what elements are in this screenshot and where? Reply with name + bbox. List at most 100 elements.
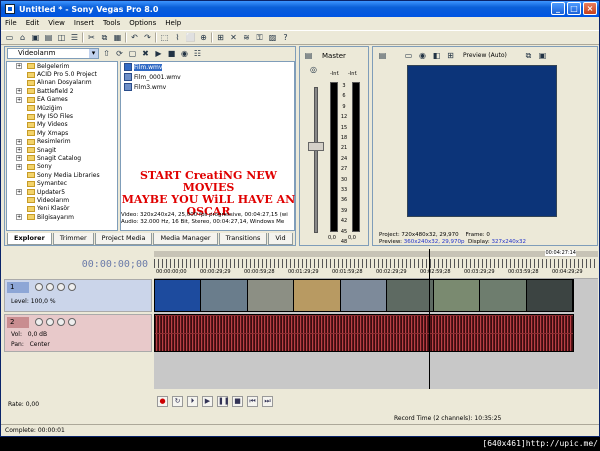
preview-fx-icon[interactable]: ◉ (417, 50, 428, 61)
solo-icon[interactable] (46, 283, 54, 291)
menu-options[interactable]: Options (129, 19, 156, 27)
menu-file[interactable]: File (5, 19, 17, 27)
undo-icon[interactable]: ↶ (129, 32, 140, 43)
stop-button[interactable]: ■ (232, 396, 243, 407)
timeline-cursor[interactable] (429, 249, 430, 389)
expand-icon[interactable]: + (16, 88, 22, 95)
pause-button[interactable]: ❚❚ (217, 396, 230, 407)
refresh-icon[interactable]: ⟳ (114, 48, 125, 59)
folder-tree[interactable]: + Belgelerim ACID Pro 5.0 Project Alınan Do… (6, 61, 118, 231)
lock-envelopes-icon[interactable]: ⚿ (254, 32, 265, 43)
tree-folder-item[interactable]: + Snagit Catalog (7, 154, 117, 162)
paste-icon[interactable]: ▦ (112, 32, 123, 43)
tab-media-manager[interactable]: Media Manager (153, 233, 218, 245)
motion-icon[interactable] (68, 283, 76, 291)
up-folder-icon[interactable]: ⇧ (101, 48, 112, 59)
new-icon[interactable]: ▭ (4, 32, 15, 43)
timeline-ruler[interactable]: 00:04:27:14 00:00:00;00 00:00:29;29 00:00:… (154, 249, 598, 279)
snapping-icon[interactable]: ⊞ (215, 32, 226, 43)
tab-project-media[interactable]: Project Media (94, 233, 153, 245)
file-item[interactable]: Film.wmv (121, 62, 294, 72)
expand-icon[interactable]: + (16, 63, 22, 69)
mute-icon[interactable] (68, 318, 76, 326)
tree-folder-item[interactable]: Symantec (7, 179, 117, 187)
redo-icon[interactable]: ↷ (142, 32, 153, 43)
copy-snapshot-icon[interactable]: ⧉ (523, 50, 534, 61)
auto-ripple-icon[interactable]: ≋ (241, 32, 252, 43)
file-list[interactable]: Film.wmv Film_0001.wmv Film3.wmv START C… (120, 61, 295, 231)
selection-tool-icon[interactable]: ⬜ (185, 32, 196, 43)
save-snapshot-icon[interactable]: ▣ (537, 50, 548, 61)
expand-icon[interactable]: + (16, 163, 22, 170)
title-bar[interactable]: Untitled * - Sony Vegas Pro 8.0 _ □ × (1, 1, 599, 17)
invert-phase-icon[interactable] (46, 318, 54, 326)
tree-folder-item[interactable]: ACID Pro 5.0 Project (7, 70, 117, 78)
envelope-tool-icon[interactable]: ⌇ (172, 32, 183, 43)
menu-help[interactable]: Help (165, 19, 181, 27)
arm-record-icon[interactable] (35, 318, 43, 326)
go-to-start-button[interactable]: ⏮ (247, 396, 258, 407)
render-icon[interactable]: ◫ (56, 32, 67, 43)
audio-event[interactable] (154, 314, 574, 352)
go-to-end-button[interactable]: ⏭ (262, 396, 273, 407)
location-dropdown[interactable]: Videolarım (7, 48, 99, 59)
file-item[interactable]: Film_0001.wmv (121, 72, 294, 82)
auto-crossfade-icon[interactable]: ✕ (228, 32, 239, 43)
split-screen-icon[interactable]: ◧ (431, 50, 442, 61)
tree-folder-item[interactable]: + Battlefield 2 (7, 87, 117, 95)
play-from-start-button[interactable]: ⏵ (187, 396, 198, 407)
copy-icon[interactable]: ⧉ (99, 32, 110, 43)
cut-icon[interactable]: ✂ (86, 32, 97, 43)
preview-props-icon[interactable]: ▤ (377, 50, 388, 61)
delete-icon[interactable]: ✖ (140, 48, 151, 59)
mute-icon[interactable] (35, 283, 43, 291)
tree-folder-item[interactable]: + Sony (7, 163, 117, 171)
menu-edit[interactable]: Edit (26, 19, 40, 27)
menu-tools[interactable]: Tools (103, 19, 120, 27)
menu-view[interactable]: View (48, 19, 65, 27)
tree-folder-item[interactable]: Yeni Klasör (7, 205, 117, 213)
loop-button[interactable]: ↻ (172, 396, 183, 407)
close-button[interactable]: × (583, 2, 597, 15)
auto-preview-icon[interactable]: ◉ (179, 48, 190, 59)
tree-folder-item[interactable]: Videolarım (7, 196, 117, 204)
help-icon[interactable]: ? (280, 32, 291, 43)
track-fx-icon[interactable] (57, 283, 65, 291)
tree-folder-item[interactable]: + Updater5 (7, 188, 117, 196)
tree-folder-item[interactable]: Müziğim (7, 104, 117, 112)
open-icon[interactable]: ⌂ (17, 32, 28, 43)
zoom-tool-icon[interactable]: ⊕ (198, 32, 209, 43)
expand-icon[interactable]: + (16, 188, 22, 195)
maximize-button[interactable]: □ (567, 2, 581, 15)
file-item[interactable]: Film3.wmv (121, 82, 294, 92)
tab-transitions[interactable]: Transitions (218, 233, 268, 245)
tree-folder-item[interactable]: + EA Games (7, 96, 117, 104)
ignore-grouping-icon[interactable]: ▨ (267, 32, 278, 43)
expand-icon[interactable]: + (16, 214, 22, 221)
overlays-icon[interactable]: ⊞ (445, 50, 456, 61)
tab-explorer[interactable]: Explorer (7, 233, 52, 245)
tree-folder-item[interactable]: + Resimlerim (7, 138, 117, 146)
tree-folder-item[interactable]: My Xmaps (7, 129, 117, 137)
mixer-props-icon[interactable]: ▤ (303, 50, 314, 61)
expand-icon[interactable]: + (16, 146, 22, 153)
tab-trimmer[interactable]: Trimmer (52, 233, 94, 245)
normal-edit-tool-icon[interactable]: ⬚ (159, 32, 170, 43)
tree-folder-item[interactable]: My ISO Files (7, 112, 117, 120)
tree-folder-item[interactable]: + Belgelerim (7, 62, 117, 70)
marker-bar[interactable] (154, 251, 598, 257)
video-track-header[interactable]: 1 Level: 100,0 % (4, 279, 152, 312)
video-event[interactable] (154, 279, 574, 312)
tree-folder-item[interactable]: + Bilgisayarım (7, 213, 117, 221)
expand-icon[interactable]: + (16, 96, 22, 103)
tree-folder-item[interactable]: My Videos (7, 121, 117, 129)
expand-icon[interactable]: + (16, 138, 22, 145)
properties-icon[interactable]: ☰ (69, 32, 80, 43)
tree-folder-item[interactable]: + Snagit (7, 146, 117, 154)
minimize-button[interactable]: _ (551, 2, 565, 15)
master-fx-icon[interactable]: ◎ (308, 64, 319, 75)
audio-track-header[interactable]: 2 Vol: 0,0 dB Pan: Center (4, 314, 152, 352)
save-as-icon[interactable]: ▤ (43, 32, 54, 43)
tree-folder-item[interactable]: Sony Media Libraries (7, 171, 117, 179)
external-monitor-icon[interactable]: ▭ (403, 50, 414, 61)
